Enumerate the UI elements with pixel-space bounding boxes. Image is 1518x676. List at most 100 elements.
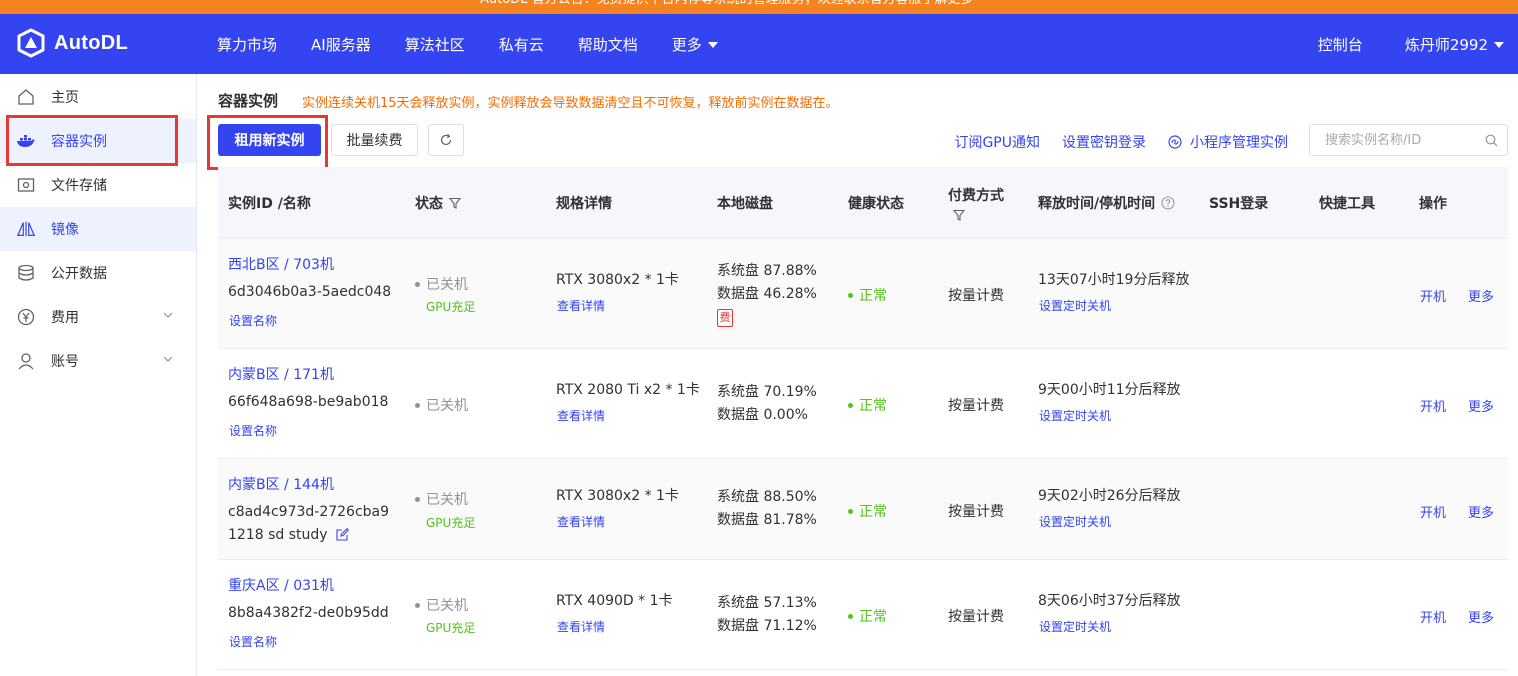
refresh-icon [440, 134, 452, 146]
set-name-link[interactable]: 设置名称 [229, 312, 277, 329]
view-details-link[interactable]: 查看详情 [557, 297, 605, 314]
set-timed-shutdown-link[interactable]: 设置定时关机 [1039, 407, 1111, 424]
docker-icon [16, 131, 36, 151]
set-name-link[interactable]: 设置名称 [229, 633, 277, 650]
pay-method: 按量计费 [948, 288, 1004, 304]
health-status: 正常 [848, 395, 887, 415]
set-timed-shutdown-link[interactable]: 设置定时关机 [1039, 513, 1111, 530]
yen-icon [16, 307, 36, 327]
spec-text: RTX 4090D * 1卡 [556, 593, 673, 609]
col-pay[interactable]: 付费方式 [948, 167, 1004, 239]
view-details-link[interactable]: 查看详情 [557, 618, 605, 635]
chevron-down-icon [163, 312, 173, 318]
power-on-link[interactable]: 开机 [1420, 286, 1446, 305]
system-disk: 系统盘 70.19% [717, 384, 817, 400]
refresh-button[interactable] [428, 124, 464, 156]
rent-new-instance-button[interactable]: 租用新实例 [218, 124, 321, 156]
instance-id: 66f648a698-be9ab018 [228, 394, 389, 410]
home-icon [16, 87, 36, 107]
set-name-link[interactable]: 设置名称 [229, 422, 277, 439]
col-status-label: 状态 [415, 196, 443, 212]
nav-private-cloud[interactable]: 私有云 [482, 34, 561, 55]
sidebar-item-billing[interactable]: 费用 [0, 295, 196, 339]
instance-id: 6d3046b0a3-5aedc048 [228, 284, 392, 300]
help-icon[interactable] [1161, 196, 1175, 210]
console-link[interactable]: 控制台 [1318, 34, 1363, 55]
toolbar-links: 订阅GPU通知 设置密钥登录 小程序管理实例 [932, 132, 1288, 152]
more-link[interactable]: 更多 [1468, 286, 1494, 305]
sidebar-item-containers[interactable]: 容器实例 [0, 119, 196, 163]
power-on-link[interactable]: 开机 [1420, 502, 1446, 521]
gpu-status: GPU充足 [426, 621, 476, 635]
set-timed-shutdown-link[interactable]: 设置定时关机 [1039, 618, 1111, 635]
user-icon [16, 351, 36, 371]
nav-ai-server[interactable]: AI服务器 [294, 34, 388, 55]
release-time: 13天07小时19分后释放 [1038, 272, 1190, 288]
search-box[interactable] [1309, 124, 1508, 156]
instance-name-link[interactable]: 重庆A区 / 031机 [228, 575, 334, 595]
data-disk: 数据盘 81.78% [717, 512, 817, 528]
sidebar-item-public-data[interactable]: 公开数据 [0, 251, 196, 295]
search-icon [1485, 134, 1498, 147]
miniprogram-link[interactable]: 小程序管理实例 [1168, 132, 1288, 152]
miniprogram-icon [1168, 135, 1182, 149]
col-ssh: SSH登录 [1209, 196, 1269, 212]
instance-name-link[interactable]: 内蒙B区 / 144机 [228, 474, 334, 494]
edit-icon[interactable] [335, 528, 349, 541]
miniprogram-label: 小程序管理实例 [1190, 135, 1288, 151]
instance-remark: 1218 sd study [228, 527, 349, 543]
sidebar-item-storage[interactable]: 文件存储 [0, 163, 196, 207]
health-dot [848, 613, 853, 619]
search-input[interactable] [1310, 125, 1480, 155]
more-link[interactable]: 更多 [1468, 396, 1494, 415]
col-status[interactable]: 状态 [415, 167, 461, 239]
set-key-login-link[interactable]: 设置密钥登录 [1062, 132, 1146, 152]
status-text: 已关机 [415, 274, 468, 294]
database-icon [16, 263, 36, 283]
fee-badge[interactable]: 费 [717, 309, 733, 327]
announcement-text: AutoDL 官方公告：免费提供平台内存等系统的管理服务，欢迎联系官方客服了解更… [480, 0, 974, 9]
sidebar-item-label: 容器实例 [51, 134, 107, 150]
filter-icon[interactable] [953, 209, 965, 221]
col-spec: 规格详情 [556, 196, 612, 212]
table-row: 西北B区 / 703机 6d3046b0a3-5aedc048 设置名称 已关机… [218, 239, 1508, 349]
sidebar-item-account[interactable]: 账号 [0, 339, 196, 383]
more-link[interactable]: 更多 [1468, 502, 1494, 521]
instance-name-link[interactable]: 西北B区 / 703机 [228, 254, 334, 274]
instance-remark-text: 1218 sd study [228, 527, 328, 543]
table-header: 实例ID /名称 状态 规格详情 本地磁盘 健康状态 付费方式 释放时间/停机时… [218, 167, 1508, 239]
sidebar-item-home[interactable]: 主页 [0, 75, 196, 119]
nav-algorithm-community[interactable]: 算法社区 [388, 34, 482, 55]
sidebar-item-label: 镜像 [51, 222, 79, 238]
nav-help-docs[interactable]: 帮助文档 [561, 34, 655, 55]
col-ops: 操作 [1419, 196, 1447, 212]
sidebar-item-images[interactable]: 镜像 [0, 207, 196, 251]
health-dot [848, 508, 853, 514]
user-menu[interactable]: 炼丹师2992 [1405, 34, 1504, 55]
sidebar-item-label: 文件存储 [51, 178, 107, 194]
table-row: 重庆A区 / 031机 8b8a4382f2-de0b95dd 设置名称 已关机… [218, 560, 1508, 670]
view-details-link[interactable]: 查看详情 [557, 407, 605, 424]
subscribe-gpu-link[interactable]: 订阅GPU通知 [954, 132, 1040, 152]
logo[interactable]: AutoDL [16, 28, 128, 58]
filter-icon[interactable] [449, 197, 461, 209]
sidebar-item-label: 费用 [51, 310, 79, 326]
instance-name-link[interactable]: 内蒙B区 / 171机 [228, 364, 334, 384]
power-on-link[interactable]: 开机 [1420, 607, 1446, 626]
chevron-down-icon [163, 356, 173, 362]
sidebar-item-label: 账号 [51, 354, 79, 370]
col-disk: 本地磁盘 [717, 196, 773, 212]
col-release: 释放时间/停机时间 [1038, 167, 1175, 239]
batch-renew-button[interactable]: 批量续费 [331, 124, 418, 156]
status-dot [415, 496, 420, 502]
more-link[interactable]: 更多 [1468, 607, 1494, 626]
spec-text: RTX 3080x2 * 1卡 [556, 488, 679, 504]
nav-compute-market[interactable]: 算力市场 [200, 34, 294, 55]
sidebar: 主页 容器实例 文件存储 镜像 公开数据 费用 账号 [0, 74, 197, 676]
autodl-logo-icon [17, 28, 45, 58]
view-details-link[interactable]: 查看详情 [557, 513, 605, 530]
nav-more[interactable]: 更多 [655, 34, 735, 55]
set-timed-shutdown-link[interactable]: 设置定时关机 [1039, 297, 1111, 314]
logo-text: AutoDL [54, 31, 128, 54]
power-on-link[interactable]: 开机 [1420, 396, 1446, 415]
